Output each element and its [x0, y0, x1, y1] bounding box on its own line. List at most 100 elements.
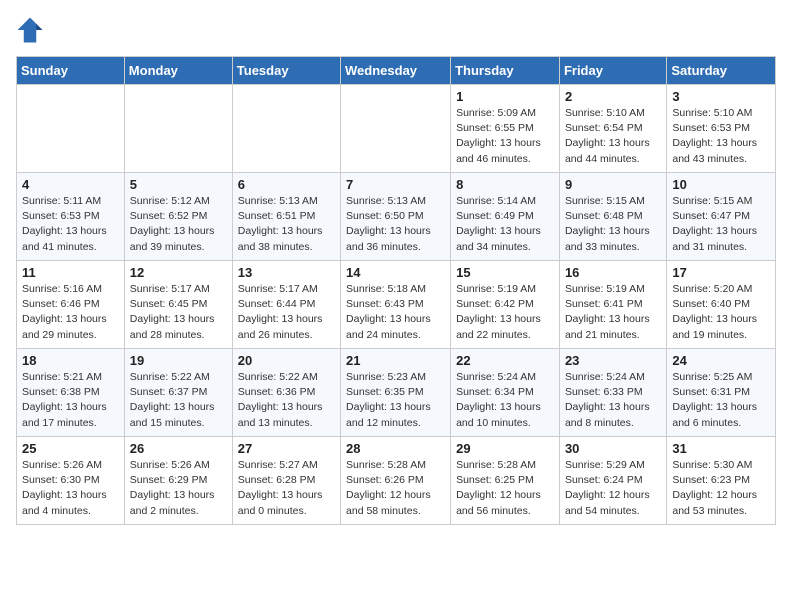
calendar-table: SundayMondayTuesdayWednesdayThursdayFrid… — [16, 56, 776, 525]
calendar-cell: 17 Sunrise: 5:20 AM Sunset: 6:40 PM Dayli… — [667, 261, 776, 349]
calendar-cell: 21 Sunrise: 5:23 AM Sunset: 6:35 PM Dayli… — [341, 349, 451, 437]
day-number: 27 — [238, 441, 335, 456]
day-number: 20 — [238, 353, 335, 368]
day-number: 13 — [238, 265, 335, 280]
days-header-row: SundayMondayTuesdayWednesdayThursdayFrid… — [17, 57, 776, 85]
cell-details: Sunrise: 5:24 AM Sunset: 6:34 PM Dayligh… — [456, 370, 554, 431]
day-number: 22 — [456, 353, 554, 368]
calendar-cell: 19 Sunrise: 5:22 AM Sunset: 6:37 PM Dayli… — [124, 349, 232, 437]
week-row-5: 25 Sunrise: 5:26 AM Sunset: 6:30 PM Dayli… — [17, 437, 776, 525]
week-row-2: 4 Sunrise: 5:11 AM Sunset: 6:53 PM Daylig… — [17, 173, 776, 261]
calendar-cell: 2Sunrise: 5:10 AM Sunset: 6:54 PM Daylig… — [559, 85, 666, 173]
day-number: 14 — [346, 265, 445, 280]
day-number: 1 — [456, 89, 554, 104]
calendar-cell: 24 Sunrise: 5:25 AM Sunset: 6:31 PM Dayli… — [667, 349, 776, 437]
calendar-cell: 16Sunrise: 5:19 AM Sunset: 6:41 PM Dayli… — [559, 261, 666, 349]
cell-details: Sunrise: 5:16 AM Sunset: 6:46 PM Dayligh… — [22, 282, 119, 343]
cell-details: Sunrise: 5:19 AM Sunset: 6:41 PM Dayligh… — [565, 282, 661, 343]
calendar-cell: 5Sunrise: 5:12 AM Sunset: 6:52 PM Daylig… — [124, 173, 232, 261]
cell-details: Sunrise: 5:13 AM Sunset: 6:51 PM Dayligh… — [238, 194, 335, 255]
day-header-friday: Friday — [559, 57, 666, 85]
day-number: 18 — [22, 353, 119, 368]
logo-icon — [16, 16, 44, 44]
day-number: 21 — [346, 353, 445, 368]
cell-details: Sunrise: 5:25 AM Sunset: 6:31 PM Dayligh… — [672, 370, 770, 431]
calendar-cell: 6 Sunrise: 5:13 AM Sunset: 6:51 PM Daylig… — [232, 173, 340, 261]
cell-details: Sunrise: 5:22 AM Sunset: 6:37 PM Dayligh… — [130, 370, 227, 431]
day-number: 9 — [565, 177, 661, 192]
cell-details: Sunrise: 5:28 AM Sunset: 6:26 PM Dayligh… — [346, 458, 445, 519]
day-header-wednesday: Wednesday — [341, 57, 451, 85]
day-number: 30 — [565, 441, 661, 456]
calendar-cell: 15 Sunrise: 5:19 AM Sunset: 6:42 PM Dayli… — [451, 261, 560, 349]
calendar-cell: 8 Sunrise: 5:14 AM Sunset: 6:49 PM Daylig… — [451, 173, 560, 261]
day-number: 7 — [346, 177, 445, 192]
logo — [16, 16, 48, 44]
cell-details: Sunrise: 5:11 AM Sunset: 6:53 PM Dayligh… — [22, 194, 119, 255]
calendar-cell: 25 Sunrise: 5:26 AM Sunset: 6:30 PM Dayli… — [17, 437, 125, 525]
cell-details: Sunrise: 5:17 AM Sunset: 6:44 PM Dayligh… — [238, 282, 335, 343]
cell-details: Sunrise: 5:15 AM Sunset: 6:47 PM Dayligh… — [672, 194, 770, 255]
calendar-cell: 9Sunrise: 5:15 AM Sunset: 6:48 PM Daylig… — [559, 173, 666, 261]
calendar-cell: 11 Sunrise: 5:16 AM Sunset: 6:46 PM Dayli… — [17, 261, 125, 349]
day-header-saturday: Saturday — [667, 57, 776, 85]
day-number: 10 — [672, 177, 770, 192]
day-number: 11 — [22, 265, 119, 280]
calendar-cell: 12Sunrise: 5:17 AM Sunset: 6:45 PM Dayli… — [124, 261, 232, 349]
calendar-cell — [341, 85, 451, 173]
cell-details: Sunrise: 5:19 AM Sunset: 6:42 PM Dayligh… — [456, 282, 554, 343]
day-number: 8 — [456, 177, 554, 192]
day-number: 25 — [22, 441, 119, 456]
cell-details: Sunrise: 5:26 AM Sunset: 6:30 PM Dayligh… — [22, 458, 119, 519]
calendar-cell: 23Sunrise: 5:24 AM Sunset: 6:33 PM Dayli… — [559, 349, 666, 437]
cell-details: Sunrise: 5:23 AM Sunset: 6:35 PM Dayligh… — [346, 370, 445, 431]
cell-details: Sunrise: 5:14 AM Sunset: 6:49 PM Dayligh… — [456, 194, 554, 255]
cell-details: Sunrise: 5:30 AM Sunset: 6:23 PM Dayligh… — [672, 458, 770, 519]
day-number: 2 — [565, 89, 661, 104]
calendar-cell: 28 Sunrise: 5:28 AM Sunset: 6:26 PM Dayli… — [341, 437, 451, 525]
day-number: 23 — [565, 353, 661, 368]
calendar-cell: 1 Sunrise: 5:09 AM Sunset: 6:55 PM Daylig… — [451, 85, 560, 173]
day-header-monday: Monday — [124, 57, 232, 85]
calendar-cell: 7 Sunrise: 5:13 AM Sunset: 6:50 PM Daylig… — [341, 173, 451, 261]
cell-details: Sunrise: 5:09 AM Sunset: 6:55 PM Dayligh… — [456, 106, 554, 167]
day-header-thursday: Thursday — [451, 57, 560, 85]
calendar-cell: 22 Sunrise: 5:24 AM Sunset: 6:34 PM Dayli… — [451, 349, 560, 437]
calendar-cell — [232, 85, 340, 173]
cell-details: Sunrise: 5:13 AM Sunset: 6:50 PM Dayligh… — [346, 194, 445, 255]
calendar-cell: 31 Sunrise: 5:30 AM Sunset: 6:23 PM Dayli… — [667, 437, 776, 525]
cell-details: Sunrise: 5:28 AM Sunset: 6:25 PM Dayligh… — [456, 458, 554, 519]
calendar-cell: 18Sunrise: 5:21 AM Sunset: 6:38 PM Dayli… — [17, 349, 125, 437]
week-row-1: 1 Sunrise: 5:09 AM Sunset: 6:55 PM Daylig… — [17, 85, 776, 173]
day-number: 24 — [672, 353, 770, 368]
day-header-sunday: Sunday — [17, 57, 125, 85]
calendar-cell: 10 Sunrise: 5:15 AM Sunset: 6:47 PM Dayli… — [667, 173, 776, 261]
day-number: 26 — [130, 441, 227, 456]
day-number: 3 — [672, 89, 770, 104]
day-number: 15 — [456, 265, 554, 280]
day-number: 17 — [672, 265, 770, 280]
cell-details: Sunrise: 5:20 AM Sunset: 6:40 PM Dayligh… — [672, 282, 770, 343]
calendar-cell: 4 Sunrise: 5:11 AM Sunset: 6:53 PM Daylig… — [17, 173, 125, 261]
day-number: 5 — [130, 177, 227, 192]
calendar-cell: 30 Sunrise: 5:29 AM Sunset: 6:24 PM Dayli… — [559, 437, 666, 525]
day-number: 31 — [672, 441, 770, 456]
page-header — [16, 16, 776, 44]
cell-details: Sunrise: 5:27 AM Sunset: 6:28 PM Dayligh… — [238, 458, 335, 519]
cell-details: Sunrise: 5:22 AM Sunset: 6:36 PM Dayligh… — [238, 370, 335, 431]
week-row-3: 11 Sunrise: 5:16 AM Sunset: 6:46 PM Dayli… — [17, 261, 776, 349]
calendar-cell: 14 Sunrise: 5:18 AM Sunset: 6:43 PM Dayli… — [341, 261, 451, 349]
day-number: 6 — [238, 177, 335, 192]
week-row-4: 18Sunrise: 5:21 AM Sunset: 6:38 PM Dayli… — [17, 349, 776, 437]
day-number: 29 — [456, 441, 554, 456]
calendar-cell: 29 Sunrise: 5:28 AM Sunset: 6:25 PM Dayli… — [451, 437, 560, 525]
day-number: 28 — [346, 441, 445, 456]
calendar-cell — [17, 85, 125, 173]
cell-details: Sunrise: 5:17 AM Sunset: 6:45 PM Dayligh… — [130, 282, 227, 343]
day-number: 19 — [130, 353, 227, 368]
day-number: 4 — [22, 177, 119, 192]
cell-details: Sunrise: 5:29 AM Sunset: 6:24 PM Dayligh… — [565, 458, 661, 519]
cell-details: Sunrise: 5:10 AM Sunset: 6:53 PM Dayligh… — [672, 106, 770, 167]
cell-details: Sunrise: 5:18 AM Sunset: 6:43 PM Dayligh… — [346, 282, 445, 343]
day-header-tuesday: Tuesday — [232, 57, 340, 85]
